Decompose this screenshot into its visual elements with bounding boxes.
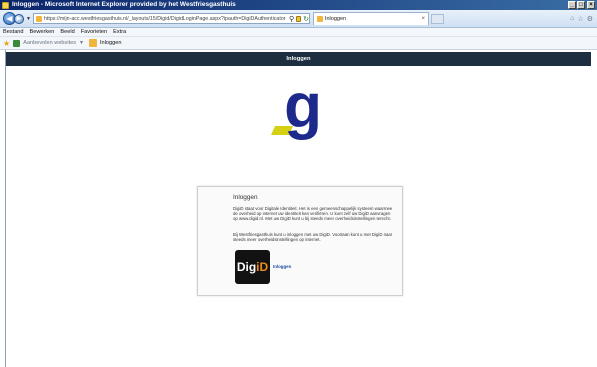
favorites-bar: ★ Aanbevolen websites ▼ Inloggen	[0, 37, 597, 50]
login-card: Inloggen DigiD staat voor Digitale Ident…	[197, 186, 403, 296]
menu-extra[interactable]: Extra	[113, 29, 126, 35]
history-dropdown-icon[interactable]: ▼	[26, 16, 31, 22]
minimize-button[interactable]: _	[568, 1, 576, 9]
logo-letter: g	[284, 72, 322, 141]
favorites-star-icon[interactable]: ★	[3, 39, 10, 48]
lock-icon[interactable]	[296, 15, 302, 22]
frame-border	[5, 50, 6, 367]
card-intro-text: DigiD staat voor Digitale Identiteit. He…	[233, 206, 393, 222]
add-to-favorites-icon[interactable]	[13, 39, 21, 47]
home-icon[interactable]: ⌂	[570, 15, 574, 23]
tab-label: Inloggen	[324, 16, 347, 22]
tab-favicon-icon	[316, 16, 323, 22]
g-logo-icon: g	[271, 72, 322, 141]
search-icon[interactable]: ⚲	[289, 15, 294, 23]
site-header: Inloggen	[6, 52, 591, 66]
digid-logo[interactable]: Dig iD	[235, 250, 270, 284]
westfriesgasthuis-logo: g	[263, 72, 339, 146]
address-url[interactable]: https://mijn-acc.westfriesgasthuis.nl/_l…	[44, 16, 287, 22]
card-title: Inloggen	[233, 194, 258, 201]
new-tab-button[interactable]	[430, 13, 444, 24]
window-controls: _ □ ×	[568, 1, 595, 9]
menu-bar: Bestand Bewerken Beeld Favorieten Extra	[0, 28, 597, 37]
gear-icon[interactable]: ⚙	[587, 15, 593, 23]
navigation-bar: ◀ ▶ ▼ https://mijn-acc.westfriesgasthuis…	[0, 10, 597, 28]
tab-inloggen[interactable]: Inloggen ×	[312, 12, 429, 25]
window-title-bar: Inloggen - Microsoft Internet Explorer p…	[0, 0, 597, 10]
card-info-text: Bij Westfriesgasthuis kunt u inloggen me…	[233, 232, 393, 243]
refresh-icon[interactable]: ↻	[303, 15, 309, 23]
address-bar[interactable]: https://mijn-acc.westfriesgasthuis.nl/_l…	[32, 13, 310, 24]
menu-bestand[interactable]: Bestand	[3, 29, 24, 35]
menu-bewerken[interactable]: Bewerken	[30, 29, 55, 35]
toolbar-right: ⌂ ☆ ⚙	[570, 15, 593, 23]
chevron-down-icon[interactable]: ▼	[79, 40, 84, 46]
forward-button[interactable]: ▶	[14, 13, 24, 24]
close-button[interactable]: ×	[587, 1, 595, 9]
tab-close-icon[interactable]: ×	[421, 16, 425, 22]
menu-beeld[interactable]: Beeld	[60, 29, 74, 35]
menu-favorieten[interactable]: Favorieten	[81, 29, 107, 35]
window-title: Inloggen - Microsoft Internet Explorer p…	[12, 1, 236, 8]
favorite-link-icon	[89, 39, 97, 47]
digid-login-link[interactable]: Inloggen	[273, 264, 291, 269]
site-favicon-icon	[35, 15, 42, 22]
ie-icon	[2, 1, 9, 9]
favorites-star-icon[interactable]: ☆	[577, 15, 583, 23]
maximize-button[interactable]: □	[577, 1, 585, 9]
digid-logo-part1: Dig	[236, 260, 257, 274]
favorite-link-inloggen[interactable]: Inloggen	[100, 40, 121, 46]
digid-logo-part2: iD	[256, 260, 269, 274]
suggested-sites-link[interactable]: Aanbevolen websites	[23, 40, 76, 46]
